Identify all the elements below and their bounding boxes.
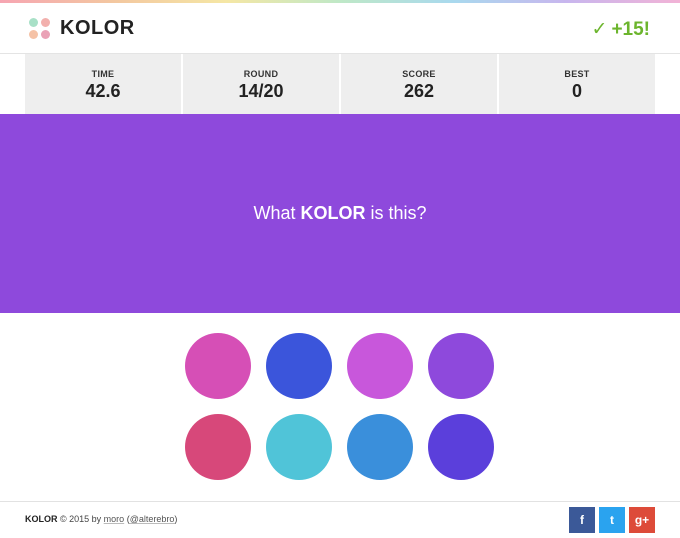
logo-icon: [29, 17, 51, 40]
logo-dot: [29, 29, 38, 39]
question-panel: What KOLOR is this?: [0, 114, 680, 313]
logo-dot: [41, 17, 50, 27]
social-buttons: f t g+: [569, 507, 655, 533]
logo-dot: [29, 17, 38, 27]
question-text: What KOLOR is this?: [253, 203, 426, 224]
twitter-share-button[interactable]: t: [599, 507, 625, 533]
facebook-share-button[interactable]: f: [569, 507, 595, 533]
stat-value: 42.6: [85, 81, 121, 101]
logo: KOLOR: [29, 17, 135, 40]
logo-dot: [41, 29, 50, 39]
color-option[interactable]: [428, 333, 494, 399]
google-plus-icon: g+: [634, 513, 650, 527]
footer-brand: KOLOR: [25, 514, 58, 524]
color-option[interactable]: [185, 414, 251, 480]
twitter-icon: t: [610, 513, 614, 527]
stat-round: ROUND 14/20: [183, 54, 339, 114]
header: KOLOR ✓ +15!: [0, 3, 680, 53]
stat-label: SCORE: [402, 69, 436, 79]
stat-value: 0: [571, 81, 582, 101]
color-option[interactable]: [266, 414, 332, 480]
question-prefix: What: [253, 203, 301, 223]
handle-close: ): [174, 514, 178, 524]
bonus-indicator: ✓ +15!: [592, 18, 650, 41]
color-option[interactable]: [428, 414, 494, 480]
google-plus-share-button[interactable]: g+: [629, 507, 655, 533]
credit-text: KOLOR © 2015 by moro (@alterebro): [25, 514, 177, 524]
color-option[interactable]: [266, 333, 332, 399]
stat-label: TIME: [91, 69, 115, 79]
stat-best: BEST 0: [499, 54, 655, 114]
app-title: KOLOR: [60, 17, 135, 39]
color-options: [0, 313, 680, 501]
stat-label: ROUND: [243, 69, 279, 79]
stat-value: 14/20: [238, 81, 284, 101]
bonus-text: +15!: [611, 18, 650, 40]
author-link[interactable]: moro: [104, 514, 125, 524]
checkmark-icon: ✓: [591, 19, 608, 40]
color-option[interactable]: [347, 333, 413, 399]
handle-link[interactable]: @alterebro: [130, 514, 175, 524]
facebook-icon: f: [580, 513, 584, 527]
color-option[interactable]: [185, 333, 251, 399]
question-suffix: is this?: [365, 203, 427, 223]
stat-value: 262: [403, 81, 435, 101]
stat-time: TIME 42.6: [25, 54, 181, 114]
footer: KOLOR © 2015 by moro (@alterebro) f t g+: [0, 501, 680, 538]
color-option[interactable]: [347, 414, 413, 480]
stats-bar: TIME 42.6 ROUND 14/20 SCORE 262 BEST 0: [25, 54, 655, 114]
question-highlight: KOLOR: [300, 203, 366, 223]
footer-copyright: © 2015 by: [57, 514, 104, 524]
stat-score: SCORE 262: [341, 54, 497, 114]
stat-label: BEST: [564, 69, 590, 79]
